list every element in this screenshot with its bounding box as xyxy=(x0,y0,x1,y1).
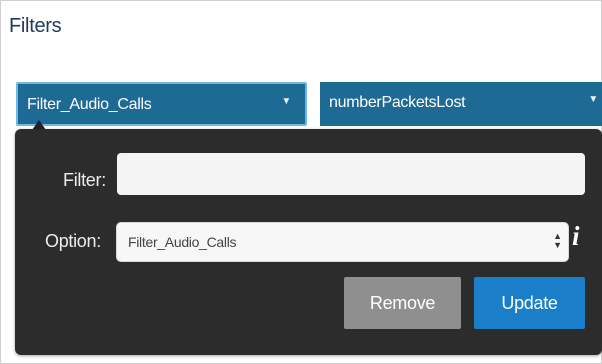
update-button[interactable]: Update xyxy=(474,277,585,329)
filter-label: Filter: xyxy=(63,170,106,190)
filter-popover: Filter: Option: Filter_Audio_Calls ▲ ▼ i … xyxy=(15,129,602,355)
option-select-value: Filter_Audio_Calls xyxy=(128,234,237,250)
filter-name-dropdown[interactable]: Filter_Audio_Calls ▼ xyxy=(16,82,307,126)
filter-name-value: Filter_Audio_Calls xyxy=(27,96,152,113)
metric-value: numberPacketsLost xyxy=(329,94,466,111)
filters-widget: Filters Filter_Audio_Calls ▼ numberPacke… xyxy=(0,0,602,364)
info-icon[interactable]: i xyxy=(572,221,580,252)
chevron-down-icon: ▼ xyxy=(281,96,291,107)
option-label: Option: xyxy=(45,231,101,251)
up-down-arrows-icon: ▲ ▼ xyxy=(553,231,562,250)
option-select[interactable]: Filter_Audio_Calls ▲ ▼ xyxy=(116,222,569,262)
filter-input[interactable] xyxy=(117,153,585,195)
chevron-down-icon: ▼ xyxy=(588,94,598,105)
page-title: Filters xyxy=(9,15,62,37)
metric-dropdown[interactable]: numberPacketsLost ▼ xyxy=(320,82,602,126)
remove-button[interactable]: Remove xyxy=(344,277,461,329)
